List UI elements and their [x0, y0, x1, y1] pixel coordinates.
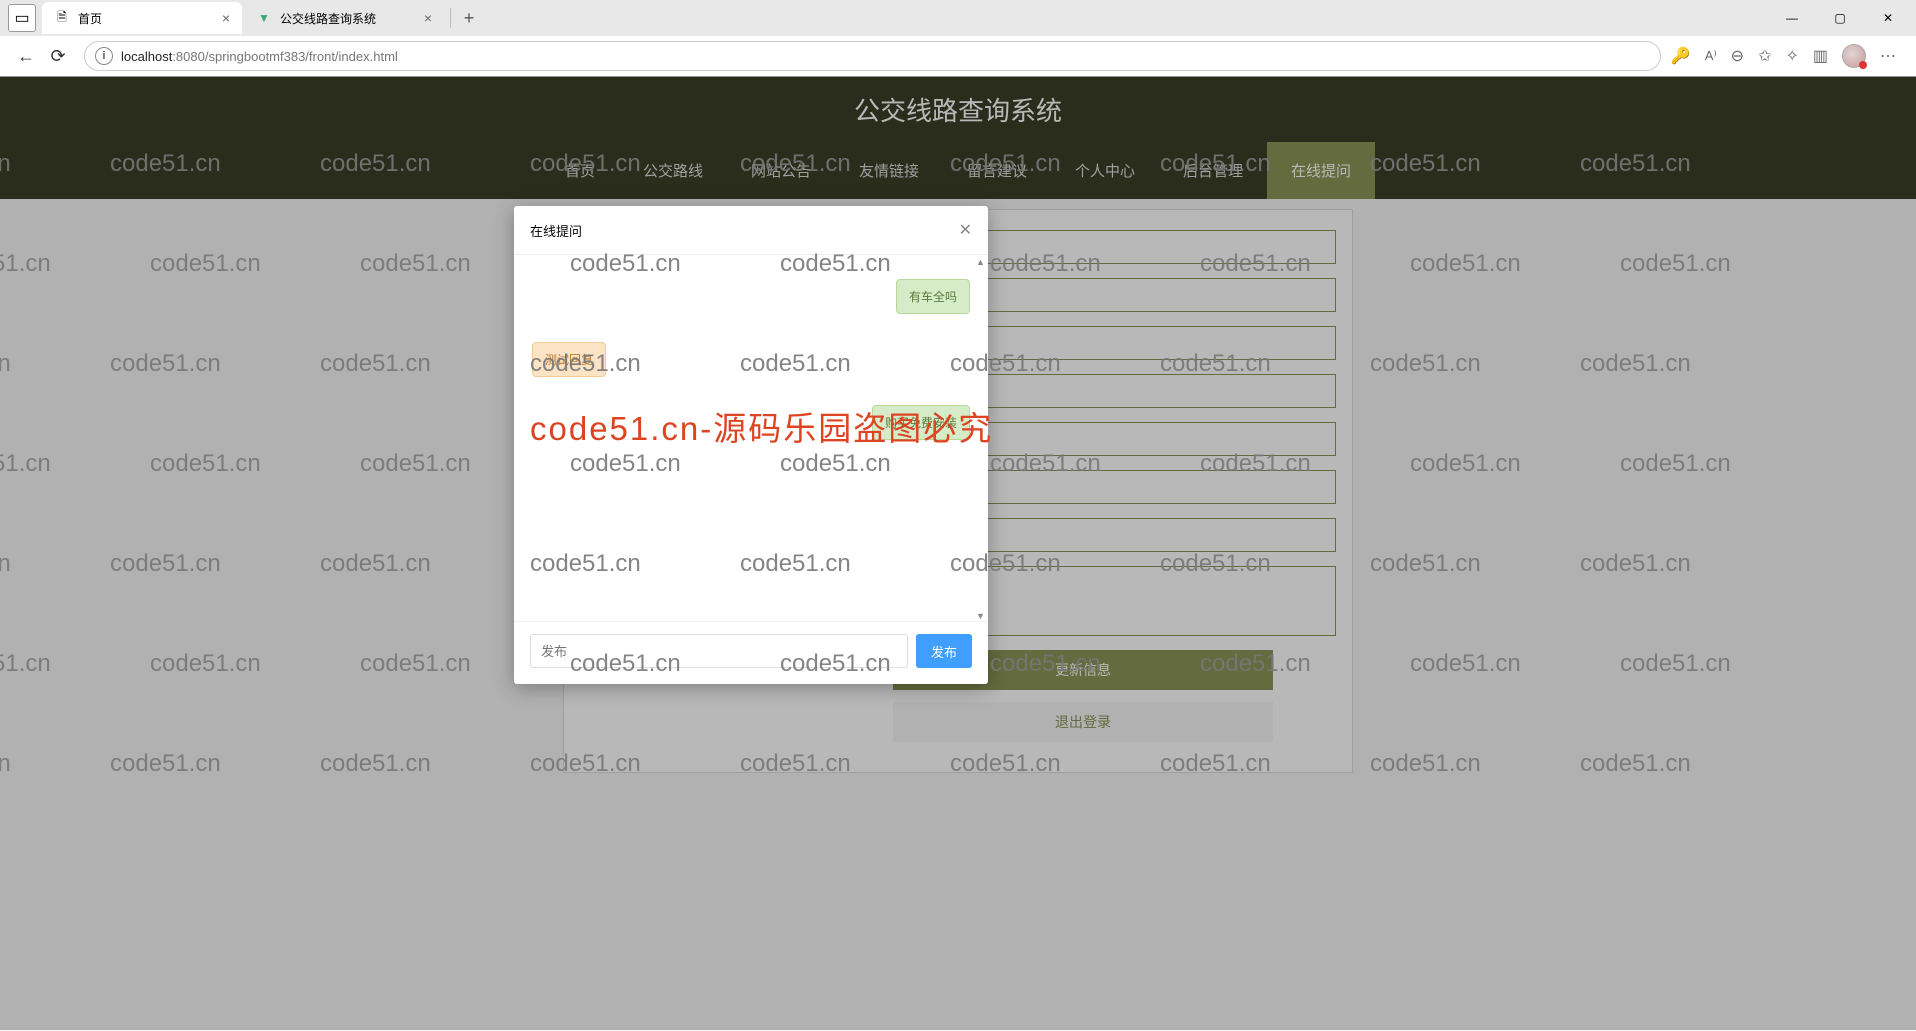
scroll-down-icon[interactable]: ▼ [976, 611, 984, 619]
modal-header: 在线提问 ✕ [514, 206, 988, 255]
message-bubble: 测试回复 [532, 342, 606, 377]
zoom-out-icon[interactable]: ⊖ [1731, 46, 1744, 66]
message-bubble: 购买免费安装 [872, 405, 970, 440]
collections-icon[interactable]: ✧ [1785, 46, 1798, 66]
url-input[interactable]: i localhost:8080/springbootmf383/front/i… [84, 41, 1661, 71]
tab-home[interactable]: 🗎 首页 × [42, 2, 242, 34]
chat-message: 购买免费安装 [532, 405, 970, 440]
password-icon[interactable]: 🔑 [1671, 46, 1691, 66]
toolbar-icons: 🔑 A⁾ ⊖ ✩ ✧ ▥ ⋯ [1671, 44, 1906, 68]
page-icon: 🗎 [54, 10, 70, 26]
favorites-icon[interactable]: ✩ [1758, 46, 1771, 66]
close-window-button[interactable]: ✕ [1868, 3, 1908, 33]
chat-body[interactable]: ▲ 有车全吗 测试回复 购买免费安装 ▼ [514, 255, 988, 621]
tab-bar: ▭ 🗎 首页 × ▼ 公交线路查询系统 × + — ▢ ✕ [0, 0, 1916, 36]
maximize-button[interactable]: ▢ [1820, 3, 1860, 33]
browser-chrome: ▭ 🗎 首页 × ▼ 公交线路查询系统 × + — ▢ ✕ ← ⟳ i loca… [0, 0, 1916, 77]
address-bar: ← ⟳ i localhost:8080/springbootmf383/fro… [0, 36, 1916, 76]
tab-title: 首页 [78, 10, 214, 27]
site-info-icon[interactable]: i [95, 47, 113, 65]
more-menu-icon[interactable]: ⋯ [1880, 46, 1896, 66]
close-tab-icon[interactable]: × [424, 10, 432, 26]
tab-system[interactable]: ▼ 公交线路查询系统 × [244, 2, 444, 34]
tab-title: 公交线路查询系统 [280, 10, 416, 27]
modal-title: 在线提问 [530, 221, 582, 240]
chat-input[interactable] [530, 634, 908, 668]
chat-message: 有车全吗 [532, 279, 970, 314]
url-host: localhost:8080/springbootmf383/front/ind… [121, 49, 398, 64]
scroll-up-icon[interactable]: ▲ [976, 257, 984, 265]
message-bubble: 有车全吗 [896, 279, 970, 314]
vue-icon: ▼ [256, 10, 272, 26]
window-controls: — ▢ ✕ [1772, 3, 1908, 33]
tab-actions-button[interactable]: ▭ [8, 4, 36, 32]
minimize-button[interactable]: — [1772, 3, 1812, 33]
chat-footer: 发布 [514, 621, 988, 684]
read-aloud-icon[interactable]: A⁾ [1705, 48, 1717, 64]
refresh-button[interactable]: ⟳ [42, 40, 74, 72]
chat-modal: 在线提问 ✕ ▲ 有车全吗 测试回复 购买免费安装 ▼ 发布 [514, 206, 988, 684]
chat-message: 测试回复 [532, 342, 970, 377]
tab-separator [450, 8, 451, 28]
submit-button[interactable]: 发布 [916, 634, 972, 668]
new-tab-button[interactable]: + [455, 4, 483, 32]
back-button[interactable]: ← [10, 40, 42, 72]
close-tab-icon[interactable]: × [222, 10, 230, 26]
profile-avatar[interactable] [1842, 44, 1866, 68]
close-icon[interactable]: ✕ [959, 220, 972, 240]
extensions-icon[interactable]: ▥ [1813, 46, 1828, 66]
